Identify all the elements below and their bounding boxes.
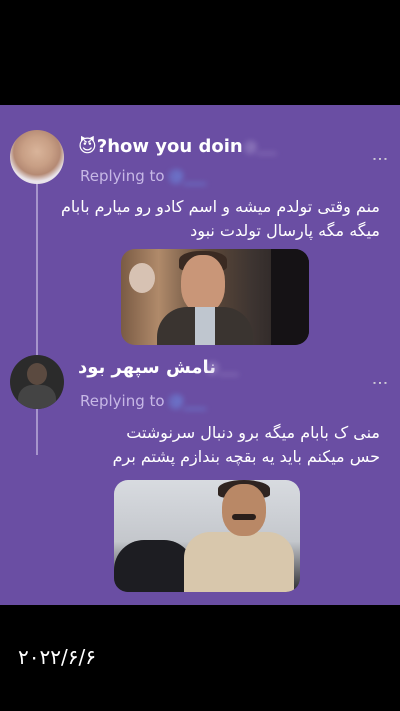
tweet-media-image[interactable] — [114, 480, 300, 592]
date-label: ۲۰۲۲/۶/۶ — [18, 645, 96, 669]
avatar[interactable] — [10, 355, 64, 409]
tweet-text: منم وقتی تولدم میشه و اسم کادو رو میارم … — [61, 195, 380, 243]
tweet-text-line: منم وقتی تولدم میشه و اسم کادو رو میارم … — [61, 197, 380, 216]
avatar[interactable] — [10, 130, 64, 184]
replying-to-text: Replying to — [80, 167, 165, 185]
username-handle[interactable]: @___ — [244, 140, 277, 155]
reply-target-link[interactable]: @___ — [169, 167, 207, 185]
replying-to-label: Replying to @___ — [80, 392, 206, 410]
tweet-text-line: میگه مگه پارسال تولدت نبود — [190, 221, 380, 240]
tweet-text-line: حس میکنم باید یه بقچه بندازم پشتم برم — [112, 447, 380, 466]
tweet-thread-panel: 😈?how you doin @___ ⋮ Replying to @___ من… — [0, 105, 400, 605]
reply-target-link[interactable]: @___ — [169, 392, 207, 410]
replying-to-label: Replying to @___ — [80, 167, 206, 185]
username-handle[interactable]: @___ — [206, 361, 239, 376]
tweet-text: منی ک بابام میگه برو دنبال سرنوشتت حس می… — [113, 421, 380, 469]
thread-connector-line — [36, 175, 38, 455]
tweet-media-image[interactable] — [121, 249, 309, 345]
replying-to-text: Replying to — [80, 392, 165, 410]
tweet-text-line: منی ک بابام میگه برو دنبال سرنوشتت — [126, 423, 380, 442]
display-name[interactable]: نامش سپهر بود — [78, 357, 216, 378]
more-options-icon[interactable]: ⋮ — [371, 151, 390, 165]
display-name[interactable]: 😈?how you doin — [78, 136, 243, 157]
more-options-icon[interactable]: ⋮ — [371, 375, 390, 389]
